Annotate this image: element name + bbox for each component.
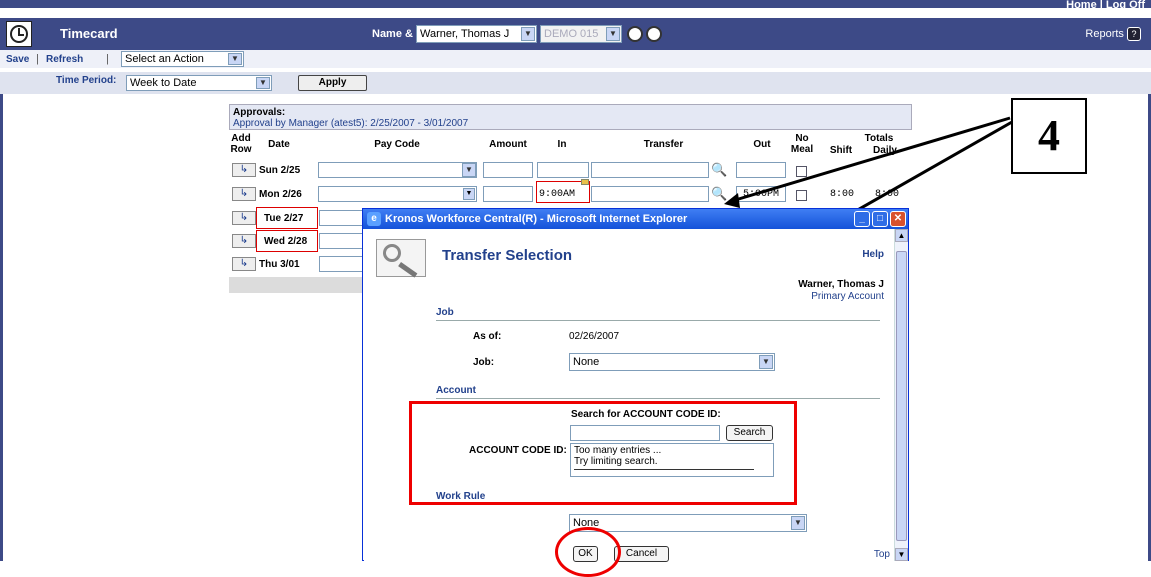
scroll-down-icon[interactable]: ▼	[895, 548, 908, 561]
account-search-input[interactable]	[570, 425, 720, 441]
close-button[interactable]: ✕	[890, 211, 906, 227]
job-section-header: Job	[436, 307, 880, 321]
chevron-down-icon: ▼	[759, 355, 773, 369]
maximize-button[interactable]: □	[872, 211, 888, 227]
help-link[interactable]: Help	[862, 249, 884, 260]
window-title-bar: e Kronos Workforce Central(R) - Microsof…	[363, 209, 908, 229]
as-of-label: As of:	[473, 331, 502, 342]
work-rule-select[interactable]: None ▼	[569, 514, 807, 532]
scroll-thumb[interactable]	[896, 251, 907, 541]
dialog-title: Transfer Selection	[442, 247, 573, 264]
primary-account-link[interactable]: Primary Account	[811, 291, 884, 302]
window-title: Kronos Workforce Central(R) - Microsoft …	[385, 213, 688, 225]
job-select-value: None	[573, 356, 600, 368]
magnifier-icon	[376, 239, 426, 278]
minimize-button[interactable]: _	[854, 211, 870, 227]
list-divider	[574, 469, 754, 470]
transfer-selection-window: e Kronos Workforce Central(R) - Microsof…	[362, 208, 909, 577]
list-item[interactable]: Too many entries ...	[574, 445, 770, 456]
job-label: Job:	[473, 357, 495, 368]
popup-body: Transfer Selection Help Warner, Thomas J…	[364, 229, 894, 577]
highlight-oval	[555, 527, 621, 577]
list-item[interactable]: Try limiting search.	[574, 456, 770, 467]
search-button[interactable]: Search	[726, 425, 773, 441]
account-section-header: Account	[436, 385, 880, 399]
ie-icon: e	[367, 212, 381, 226]
search-account-label: Search for ACCOUNT CODE ID:	[571, 409, 721, 420]
account-code-list[interactable]: Too many entries ... Try limiting search…	[570, 443, 774, 477]
cancel-button[interactable]: Cancel	[614, 546, 669, 562]
as-of-value: 02/26/2007	[569, 331, 620, 342]
work-rule-section-header: Work Rule	[436, 491, 486, 502]
top-link[interactable]: Top	[874, 549, 890, 560]
scroll-up-icon[interactable]: ▲	[895, 229, 908, 242]
chevron-down-icon: ▼	[791, 516, 805, 530]
employee-name: Warner, Thomas J	[798, 279, 884, 290]
account-code-label: ACCOUNT CODE ID:	[469, 445, 567, 456]
popup-scrollbar[interactable]: ▲ ▼	[894, 229, 908, 561]
job-select[interactable]: None ▼	[569, 353, 775, 371]
